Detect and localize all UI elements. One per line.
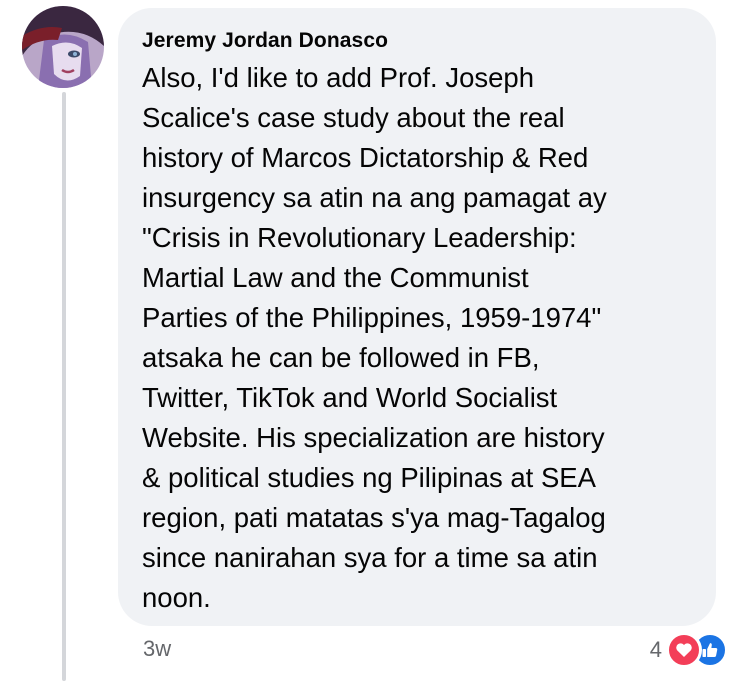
heart-icon bbox=[666, 632, 702, 668]
comment-bubble: Jeremy Jordan Donasco Also, I'd like to … bbox=[118, 8, 716, 626]
reaction-count: 4 bbox=[649, 637, 662, 662]
comment-timestamp[interactable]: 3w bbox=[143, 636, 171, 662]
comment-author[interactable]: Jeremy Jordan Donasco bbox=[142, 28, 692, 54]
thread-line bbox=[62, 92, 66, 681]
avatar[interactable] bbox=[22, 6, 104, 88]
avatar-image bbox=[22, 6, 104, 88]
comment-text: Also, I'd like to add Prof. Joseph Scali… bbox=[142, 62, 607, 613]
reaction-summary[interactable]: 4 bbox=[650, 632, 728, 668]
